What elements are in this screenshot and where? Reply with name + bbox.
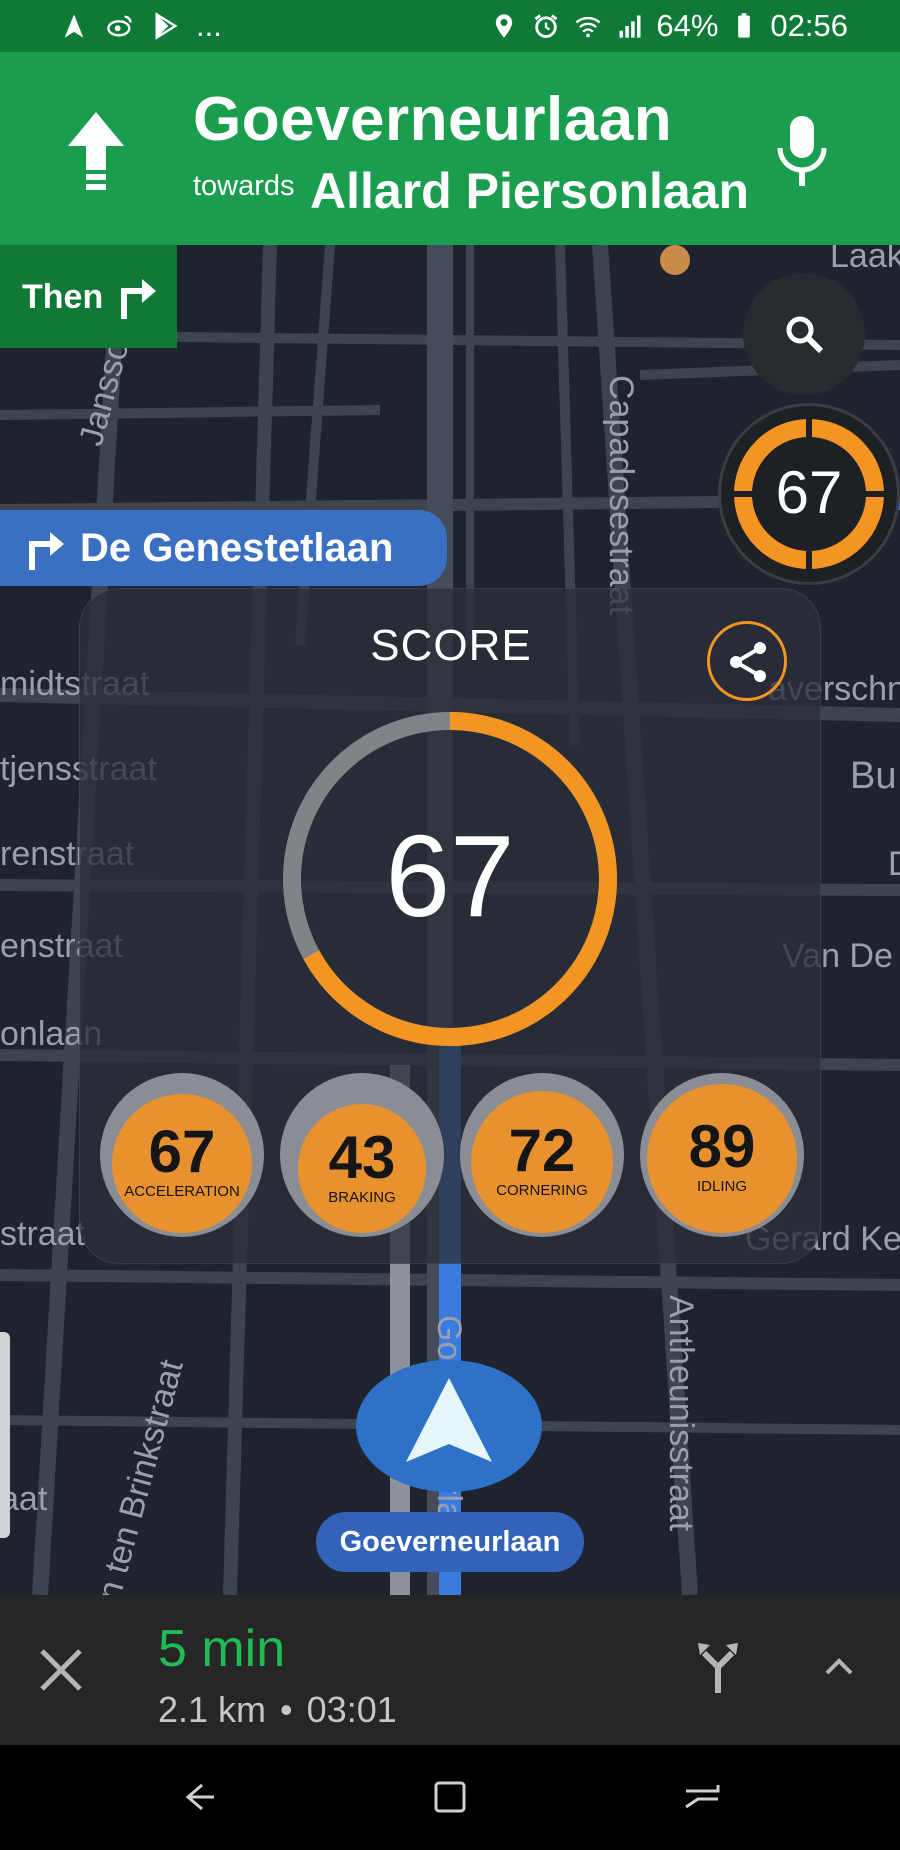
metric-label: CORNERING <box>496 1182 588 1200</box>
separator-dot: • <box>280 1689 293 1730</box>
metric-label: BRAKING <box>328 1188 396 1206</box>
current-instruction-street: Goeverneurlaan <box>193 85 673 154</box>
idling-score[interactable]: 89 IDLING <box>640 1073 804 1237</box>
next-turn-street: De Genestetlaan <box>80 526 394 570</box>
metric-value: 43 <box>328 1123 396 1191</box>
map-label: straat <box>0 1215 86 1253</box>
weibo-notification-icon <box>104 10 136 42</box>
towards-street: Allard Piersonlaan <box>310 163 750 219</box>
navigation-notification-icon <box>58 10 90 42</box>
towards-label: towards <box>193 170 295 202</box>
share-button[interactable] <box>707 621 787 701</box>
mini-gauge-value: 67 <box>775 459 843 526</box>
play-store-notification-icon <box>150 10 182 42</box>
vehicle-position-marker <box>356 1360 542 1492</box>
map-label: Capadosestraat <box>602 375 640 616</box>
metric-label: ACCELERATION <box>124 1183 240 1201</box>
navigation-arrow-icon <box>406 1378 492 1462</box>
share-icon <box>730 642 766 682</box>
turn-right-icon <box>29 532 64 570</box>
side-panel-handle[interactable] <box>0 1332 10 1538</box>
system-navigation-bar <box>0 1745 900 1850</box>
battery-percentage: 64% <box>656 8 719 43</box>
eta-details: 2.1 km • 03:01 <box>158 1689 397 1731</box>
back-icon[interactable] <box>178 1777 218 1817</box>
recents-icon[interactable] <box>430 1777 470 1817</box>
trip-summary-bar[interactable]: 5 min 2.1 km • 03:01 <box>0 1595 900 1745</box>
score-panel: SCORE 67 67 ACCELERATION 43 BRAKING 72 C… <box>79 588 821 1264</box>
score-gauge: 67 <box>280 709 620 1049</box>
metric-value: 89 <box>688 1113 756 1181</box>
wifi-icon <box>572 10 604 42</box>
then-instruction[interactable]: Then <box>0 245 177 348</box>
map-label: Bu <box>850 755 897 797</box>
metric-label: IDLING <box>696 1178 747 1196</box>
acceleration-score[interactable]: 67 ACCELERATION <box>100 1073 264 1237</box>
location-icon <box>488 10 520 42</box>
map-label: Laak <box>830 245 900 275</box>
trip-distance: 2.1 km <box>158 1689 267 1730</box>
status-bar: ... 64% 02:56 <box>0 0 900 52</box>
map-label: D <box>888 845 900 884</box>
close-icon[interactable] <box>36 1645 86 1695</box>
score-value: 67 <box>385 811 515 941</box>
arrival-time: 03:01 <box>306 1689 397 1730</box>
microphone-icon[interactable] <box>774 114 830 190</box>
metric-value: 72 <box>508 1117 576 1185</box>
straight-arrow-icon <box>68 112 124 190</box>
more-notifications: ... <box>196 8 222 43</box>
clock: 02:56 <box>770 8 848 43</box>
braking-score[interactable]: 43 BRAKING <box>280 1073 444 1237</box>
eta-duration: 5 min <box>158 1620 286 1678</box>
then-label: Then <box>22 278 104 316</box>
alternate-routes-icon[interactable] <box>696 1641 740 1693</box>
mini-score-gauge[interactable]: 67 <box>718 403 900 585</box>
current-street-label: Goeverneurlaan <box>316 1512 584 1572</box>
battery-icon <box>728 10 760 42</box>
turn-right-icon <box>121 279 156 319</box>
map-label: Antheunisstraat <box>662 1295 700 1532</box>
metric-value: 67 <box>148 1118 216 1186</box>
home-gesture-icon[interactable] <box>682 1777 722 1817</box>
alarm-icon <box>530 10 562 42</box>
search-button[interactable] <box>743 273 865 395</box>
chevron-up-icon[interactable] <box>824 1651 854 1681</box>
signal-icon <box>614 10 646 42</box>
cornering-score[interactable]: 72 CORNERING <box>460 1073 624 1237</box>
navigation-instruction-banner[interactable]: Goeverneurlaan towards Allard Piersonlaa… <box>0 52 900 245</box>
next-turn-pill[interactable]: De Genestetlaan <box>0 510 447 586</box>
search-icon <box>786 316 824 354</box>
